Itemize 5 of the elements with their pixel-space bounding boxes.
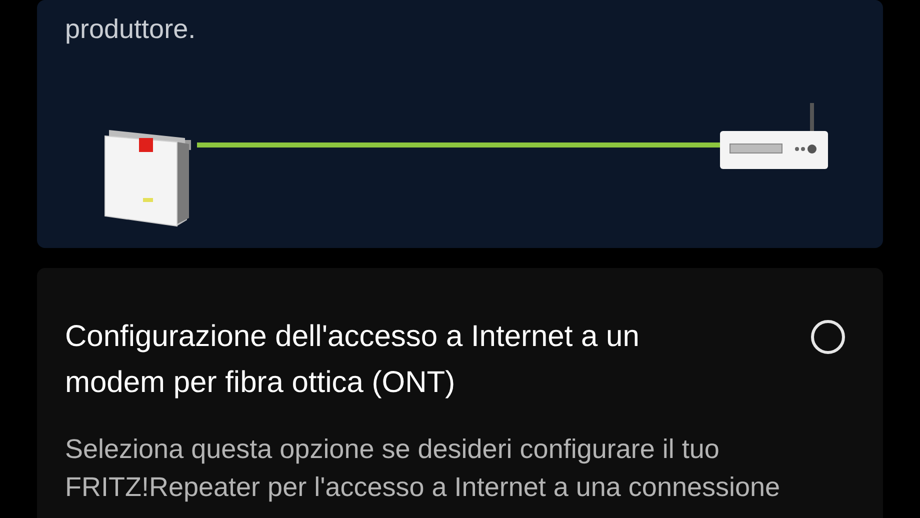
radio-button[interactable]: [811, 320, 845, 354]
option-title: Configurazione dell'accesso a Internet a un modem per fibra ottica (ONT): [65, 319, 640, 401]
option-description: Seleziona questa opzione se desideri configurare il tuo FRITZ!Repeater per l'accesso a Internet a una connessione: [65, 433, 782, 504]
option-card[interactable]: Configurazione dell'accesso a Internet a un modem per fibra ottica (ONT) Seleziona questa opzione se desideri configurare il tuo FRITZ!Repeater per l'accesso a Internet a una connessione: [37, 268, 883, 518]
description-text: produttore.: [65, 13, 196, 46]
